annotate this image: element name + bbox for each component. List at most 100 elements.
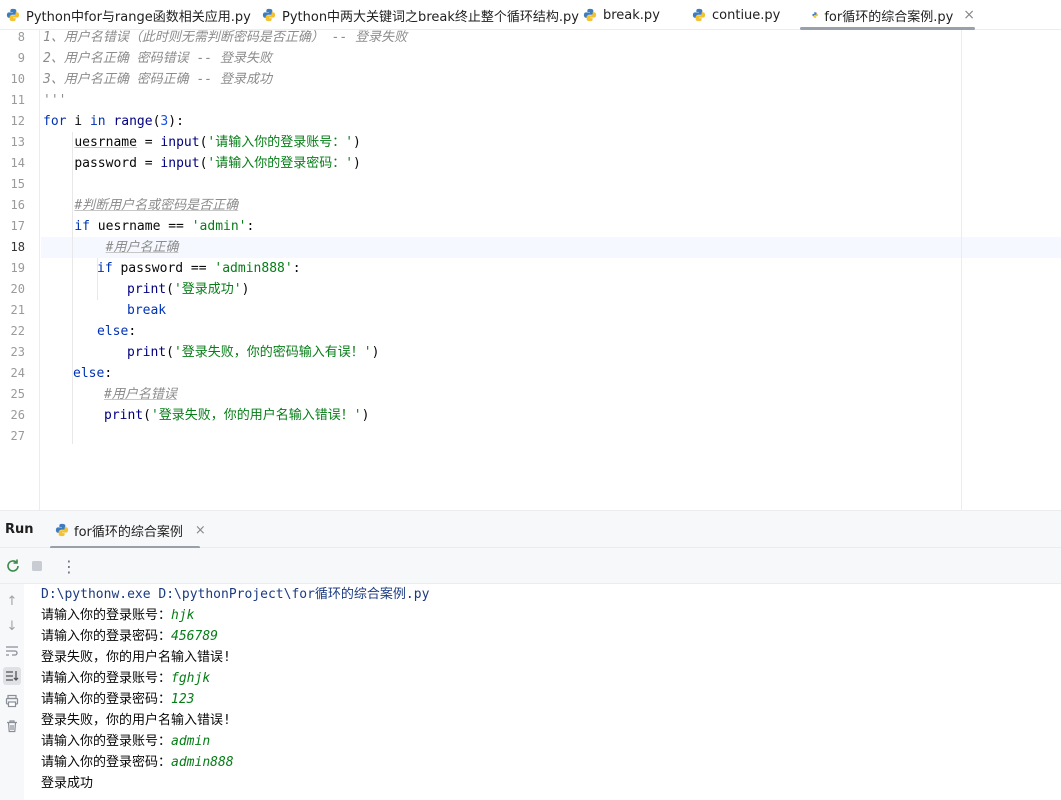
- code-token: :: [292, 261, 301, 276]
- code-line-24: else:: [73, 363, 112, 384]
- line-number-gutter: 8 9 10 11 12 13 14 15 16 17 18 19 20 21 …: [0, 30, 40, 510]
- code-line-25: #用户名错误: [104, 384, 177, 405]
- tab-python-range[interactable]: Python中for与range函数相关应用.py: [6, 0, 251, 30]
- comment: #用户名错误: [104, 387, 177, 402]
- run-tool-window-header: Run for循环的综合案例 ×: [0, 510, 1061, 549]
- builtin-function: input: [160, 135, 200, 150]
- code-line-19: if password == 'admin888':: [97, 258, 301, 279]
- more-options-icon[interactable]: ⋮: [60, 557, 78, 576]
- code-line-11: ''': [43, 93, 67, 108]
- comment: #判断用户名或密码是否正确: [74, 198, 239, 213]
- run-toolbar: ⋮: [0, 548, 1061, 584]
- run-console-output[interactable]: D:\pythonw.exe D:\pythonProject\for循环的综合…: [24, 584, 1061, 800]
- code-line-13: uesrname = input('请输入你的登录账号：'): [74, 135, 361, 150]
- line-number: 24: [10, 366, 25, 380]
- console-line: 请输入你的登录密码：456789: [41, 626, 218, 647]
- builtin-function: input: [160, 156, 200, 171]
- python-file-icon: [6, 8, 20, 22]
- tab-for-loop-case[interactable]: for循环的综合案例.py ×: [800, 0, 975, 30]
- tab-contiue[interactable]: contiue.py: [692, 0, 780, 30]
- line-number: 26: [10, 408, 25, 422]
- console-line: 请输入你的登录账号：fghjk: [41, 668, 210, 689]
- soft-wrap-icon[interactable]: [3, 642, 21, 660]
- code-token: ): [353, 135, 361, 150]
- code-token: i: [66, 114, 90, 129]
- code-line-23: print('登录失败，你的密码输入有误！'): [127, 345, 380, 360]
- code-line-12: for i in range(3):: [43, 111, 184, 132]
- code-token: :: [128, 324, 137, 339]
- run-tab-label: for循环的综合案例: [74, 524, 183, 540]
- scroll-to-end-icon[interactable]: [3, 667, 21, 685]
- code-line-9: 2、用户名正确 密码错误 -- 登录失败: [43, 51, 272, 66]
- line-number: 19: [10, 261, 25, 275]
- console-prompt: 请输入你的登录账号：: [41, 734, 172, 749]
- python-file-icon: [262, 8, 276, 22]
- right-margin-guide: [961, 30, 962, 510]
- stop-icon[interactable]: [28, 557, 46, 575]
- line-number-current: 18: [10, 240, 25, 254]
- print-icon[interactable]: [3, 692, 21, 710]
- scroll-down-icon[interactable]: ↓: [3, 617, 21, 635]
- code-token: uesrname ==: [89, 219, 192, 234]
- code-token: :: [246, 219, 255, 234]
- close-tab-icon[interactable]: ×: [963, 7, 975, 23]
- line-number: 8: [17, 30, 25, 44]
- console-user-input: admin: [171, 734, 211, 749]
- line-number: 13: [10, 135, 25, 149]
- code-line-22: else:: [97, 321, 136, 342]
- line-number: 10: [10, 72, 25, 86]
- line-number: 14: [10, 156, 25, 170]
- string-literal: 'admin': [191, 219, 247, 234]
- keyword: if: [74, 219, 90, 234]
- tab-label: Python中for与range函数相关应用.py: [26, 9, 251, 25]
- builtin-function: range: [113, 114, 153, 129]
- console-prompt: 请输入你的登录账号：: [41, 671, 172, 686]
- code-line-14: password = input('请输入你的登录密码：'): [74, 156, 361, 171]
- console-line: 登录成功: [41, 776, 94, 791]
- console-line: 登录失败，你的用户名输入错误!: [41, 650, 231, 665]
- line-number: 25: [10, 387, 25, 401]
- code-line-8: 1、用户名错误（此时则无需判断密码是否正确） -- 登录失败: [43, 30, 408, 45]
- builtin-function: print: [127, 282, 167, 297]
- line-number: 11: [10, 93, 25, 107]
- tab-python-break[interactable]: Python中两大关键词之break终止整个循环结构.py: [262, 0, 579, 30]
- scroll-up-icon[interactable]: ↑: [3, 592, 21, 610]
- console-user-input: hjk: [171, 608, 195, 623]
- console-command-line: D:\pythonw.exe D:\pythonProject\for循环的综合…: [41, 587, 430, 602]
- code-line-20: print('登录成功'): [127, 282, 250, 297]
- run-config-tab[interactable]: for循环的综合案例 ×: [55, 511, 206, 549]
- line-number: 27: [10, 429, 25, 443]
- code-token: =: [136, 135, 161, 150]
- console-line: 请输入你的登录密码：admin888: [41, 752, 234, 773]
- line-number: 20: [10, 282, 25, 296]
- python-file-icon: [692, 8, 706, 22]
- console-user-input: fghjk: [171, 671, 211, 686]
- run-panel-title: Run: [5, 522, 34, 537]
- code-line-10: 3、用户名正确 密码正确 -- 登录成功: [43, 72, 272, 87]
- keyword: else: [73, 366, 105, 381]
- code-line-17: if uesrname == 'admin':: [43, 216, 254, 237]
- console-line: 登录失败，你的用户名输入错误!: [41, 713, 231, 728]
- line-number: 16: [10, 198, 25, 212]
- tab-break[interactable]: break.py: [583, 0, 660, 30]
- trash-icon[interactable]: [3, 717, 21, 735]
- line-number: 17: [10, 219, 25, 233]
- variable: password: [74, 156, 137, 171]
- python-file-icon: [583, 8, 597, 22]
- editor-tab-bar: Python中for与range函数相关应用.py Python中两大关键词之b…: [0, 0, 1061, 30]
- console-line: 请输入你的登录账号：admin: [41, 731, 210, 752]
- keyword: if: [97, 261, 113, 276]
- line-number: 22: [10, 324, 25, 338]
- builtin-function: print: [104, 408, 144, 423]
- line-number: 21: [10, 303, 25, 317]
- close-run-tab-icon[interactable]: ×: [195, 523, 206, 538]
- comment: #用户名正确: [105, 240, 179, 255]
- console-line: 请输入你的登录账号：hjk: [41, 605, 195, 626]
- code-editor[interactable]: 8 9 10 11 12 13 14 15 16 17 18 19 20 21 …: [0, 30, 1061, 510]
- code-line-16: #判断用户名或密码是否正确: [43, 195, 238, 216]
- keyword: for: [43, 114, 67, 129]
- string-literal: 'admin888': [214, 261, 293, 276]
- rerun-icon[interactable]: [4, 557, 22, 575]
- code-token: :: [104, 366, 113, 381]
- python-file-icon: [55, 523, 69, 537]
